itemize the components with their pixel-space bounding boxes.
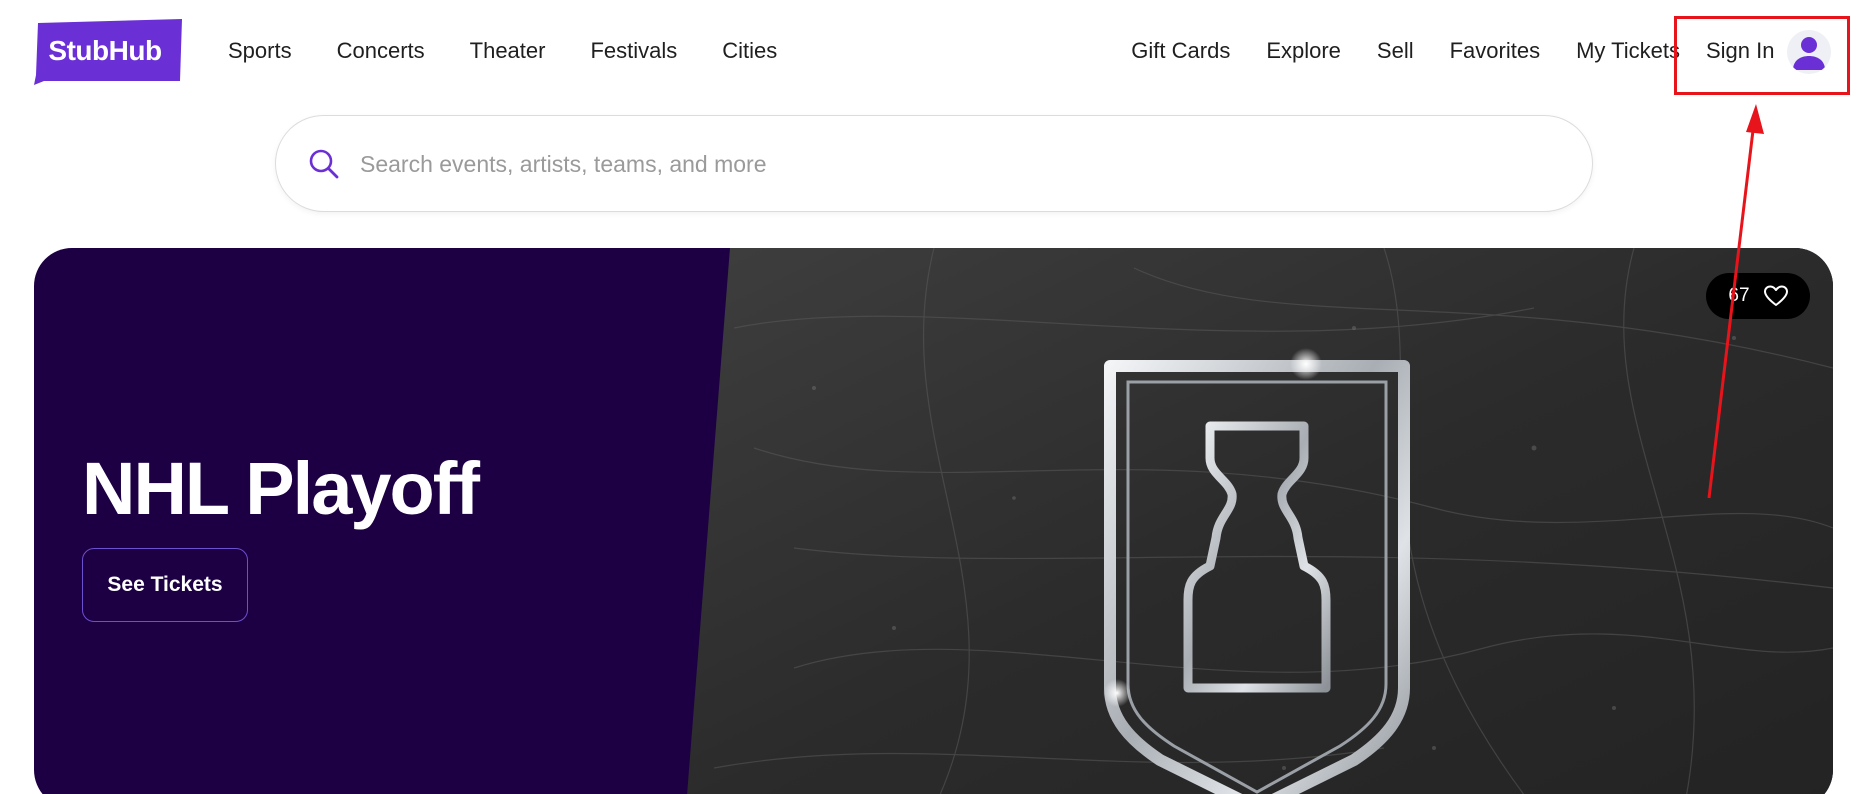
favorite-button[interactable]: 67 [1706,273,1810,319]
sign-in-link[interactable]: Sign In [1706,38,1775,64]
logo-text: StubHub [48,35,162,66]
favorite-count: 67 [1728,285,1750,306]
hero-title: NHL Playoff [82,447,480,530]
heart-icon [1763,285,1788,307]
search-input[interactable] [360,138,1540,190]
nav-sports[interactable]: Sports [228,38,292,64]
nav-explore[interactable]: Explore [1266,38,1341,64]
hero-banner[interactable]: NHL Playoff See Tickets 67 [34,248,1833,794]
search-icon [308,148,340,180]
secondary-nav: Gift Cards Explore Sell Favorites My Tic… [1095,38,1680,64]
user-avatar-icon[interactable] [1787,30,1831,74]
nav-theater[interactable]: Theater [470,38,546,64]
nav-concerts[interactable]: Concerts [337,38,425,64]
nav-sell[interactable]: Sell [1377,38,1414,64]
nav-favorites[interactable]: Favorites [1450,38,1540,64]
nav-cities[interactable]: Cities [722,38,777,64]
stubhub-logo[interactable]: StubHub [34,19,184,85]
see-tickets-button[interactable]: See Tickets [82,548,248,622]
primary-nav: Sports Concerts Theater Festivals Cities [228,38,822,64]
nav-festivals[interactable]: Festivals [590,38,677,64]
nav-my-tickets[interactable]: My Tickets [1576,38,1680,64]
nav-gift-cards[interactable]: Gift Cards [1131,38,1230,64]
search-bar[interactable] [275,115,1593,212]
site-header: StubHub Sports Concerts Theater Festival… [0,0,1860,104]
